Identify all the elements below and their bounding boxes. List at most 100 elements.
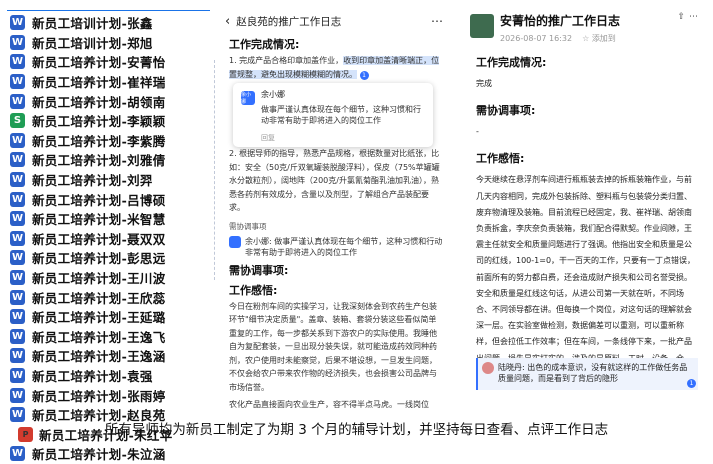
feel-text-1: 今日在粉剂车间的实操学习，让我深刻体会到农药生产包装环节"细节决定质量"。盖章、… — [229, 301, 437, 392]
log-title: 安菁怡的推广工作日志 — [500, 14, 621, 28]
spreadsheet-icon: S — [10, 113, 25, 129]
word-doc-icon: W — [10, 211, 25, 227]
log-title: 赵良苑的推广工作日志 — [236, 15, 342, 28]
file-name: 新员工培养计划-李紫腾 — [32, 133, 166, 149]
inline-comment-text: 余小娜: 做事严谨认真体现在每个细节，这种习惯和行动非常有助于即将进入的岗位工作 — [245, 236, 443, 257]
done-value: 完成 — [476, 79, 492, 88]
divider — [214, 60, 215, 280]
word-doc-icon: W — [10, 289, 25, 305]
word-doc-icon: W — [10, 191, 25, 207]
section-done: 工作完成情况: — [229, 38, 300, 51]
comment-badge[interactable]: 1 — [359, 70, 369, 80]
sub-coord-label: 需协调事项 — [229, 221, 267, 231]
file-name: 新员工培训计划-郑旭 — [32, 35, 153, 51]
file-name: 新员工培养计划-李颖颖 — [32, 114, 166, 130]
file-item[interactable]: W 新员工培养计划-吕博硕 — [10, 189, 210, 209]
log-panel-an: 安菁怡的推广工作日志 2026-08-07 16:32 ☆ 添加到 ⇧⋯ 工作完成… — [470, 12, 702, 392]
file-item[interactable]: W 新员工培养计划-王欣蕊 — [10, 287, 210, 307]
section-coord: 需协调事项: — [229, 263, 289, 277]
file-name: 新员工培养计划-刘羿 — [32, 173, 153, 189]
more-icon[interactable]: ⋯ — [431, 14, 443, 28]
section-feel: 工作感悟: — [229, 283, 278, 297]
cover-thumbnail — [470, 14, 494, 38]
file-item[interactable]: W 新员工培养计划-王逸涵 — [10, 346, 210, 366]
file-name: 新员工培养计划-聂双双 — [32, 231, 166, 247]
file-name: 新员工培养计划-王逸飞 — [32, 329, 166, 345]
file-item[interactable]: W 新员工培训计划-郑旭 — [10, 33, 210, 53]
file-item[interactable]: W 新员工培养计划-胡领南 — [10, 91, 210, 111]
add-to-button[interactable]: ☆ 添加到 — [582, 34, 616, 43]
word-doc-icon: W — [10, 34, 25, 50]
file-item[interactable]: W 新员工培养计划-安菁怡 — [10, 52, 210, 72]
file-name: 新员工培养计划-安菁怡 — [32, 55, 166, 71]
done-text-1: 1. 完成产品合格印章加盖作业，收到印章加盖清晰端正，位置规整，避免出现模糊模糊… — [229, 54, 443, 81]
word-doc-icon: W — [10, 74, 25, 90]
toolbar-icons[interactable]: ⇧⋯ — [677, 12, 702, 22]
file-name: 新员工培养计划-王欣蕊 — [32, 290, 166, 306]
add-to-label: 添加到 — [591, 34, 616, 43]
file-item[interactable]: W 新员工培训计划-张鑫 — [10, 13, 210, 33]
word-doc-icon: W — [10, 270, 25, 286]
file-item[interactable]: W 新员工培养计划-朱泣涵 — [10, 444, 210, 464]
section-done: 工作完成情况: — [476, 56, 547, 69]
file-item[interactable]: W 新员工培养计划-崔祥瑞 — [10, 72, 210, 92]
comment-popup[interactable]: 余小娜 余小娜 做事严谨认真体现在每个细节，这种习惯和行动非常有助于即将进入的岗… — [233, 83, 433, 147]
word-doc-icon: W — [10, 172, 25, 188]
file-item[interactable]: S 新员工培养计划-李颖颖 — [10, 111, 210, 131]
comment-text: 做事严谨认真体现在每个细节，这种习惯和行动非常有助于即将进入的岗位工作 — [261, 105, 421, 125]
file-list: W 新员工培训计划-张鑫 W 新员工培训计划-郑旭 W 新员工培养计划-安菁怡 W 新员工培养… — [10, 13, 210, 464]
avatar — [229, 235, 241, 248]
word-doc-icon: W — [10, 367, 25, 383]
word-doc-icon: W — [10, 446, 25, 462]
file-name: 新员工培养计划-胡领南 — [32, 94, 166, 110]
coord-value: - — [476, 127, 479, 137]
word-doc-icon: W — [10, 348, 25, 364]
more-icon[interactable]: ⋯ — [689, 12, 702, 22]
word-doc-icon: W — [10, 15, 25, 31]
log-header: ‹ 赵良苑的推广工作日志 ⋯ — [221, 10, 449, 32]
share-icon[interactable]: ⇧ — [677, 12, 689, 22]
file-item[interactable]: W 新员工培养计划-米智慧 — [10, 209, 210, 229]
comment-card[interactable]: 陆晓丹: 出色的成本意识，没有就这样的工作做任务品质量问题，而是看到了背后的隐形… — [476, 358, 698, 390]
file-name: 新员工培养计划-朱泣涵 — [32, 447, 166, 463]
file-item[interactable]: W 新员工培养计划-王川波 — [10, 268, 210, 288]
word-doc-icon: W — [10, 132, 25, 148]
file-item[interactable]: W 新员工培养计划-刘雅倩 — [10, 150, 210, 170]
file-item[interactable]: W 新员工培养计划-聂双双 — [10, 229, 210, 249]
section-coord: 需协调事项: — [476, 104, 536, 118]
file-item[interactable]: W 新员工培养计划-彭思远 — [10, 248, 210, 268]
word-doc-icon: W — [10, 230, 25, 246]
feel-text-2: 农化产品直接面向农业生产，容不得半点马虎。一线岗位上，严谨细致不只是工作要求，更… — [229, 400, 429, 408]
section-feel: 工作感悟: — [476, 152, 525, 166]
word-doc-icon: W — [10, 387, 25, 403]
file-item[interactable]: W 新员工培养计划-王延璐 — [10, 307, 210, 327]
file-name: 新员工培养计划-王延璐 — [32, 310, 166, 326]
file-item[interactable]: W 新员工培养计划-袁强 — [10, 366, 210, 386]
file-name: 新员工培训计划-张鑫 — [32, 16, 153, 32]
file-item[interactable]: W 新员工培养计划-刘羿 — [10, 170, 210, 190]
file-name: 新员工培养计划-袁强 — [32, 368, 153, 384]
file-name: 新员工培养计划-刘雅倩 — [32, 153, 166, 169]
word-doc-icon: W — [10, 250, 25, 266]
file-item[interactable]: W 新员工培养计划-李紫腾 — [10, 131, 210, 151]
log-date: 2026-08-07 16:32 — [500, 34, 573, 43]
file-item[interactable]: W 新员工培养计划-张雨婷 — [10, 385, 210, 405]
word-doc-icon: W — [10, 152, 25, 168]
comment-badge[interactable]: 1 — [687, 379, 696, 388]
comment-text: 陆晓丹: 出色的成本意识，没有就这样的工作做任务品质量问题，而是看到了背后的隐形 — [498, 363, 688, 383]
file-name: 新员工培养计划-崔祥瑞 — [32, 75, 166, 91]
selection-line — [7, 10, 210, 11]
caption: 所有导师均为新员工制定了为期 3 个月的辅导计划，并坚持每日查看、点评工作日志 — [104, 422, 609, 438]
log-panel-zhao: ‹ 赵良苑的推广工作日志 ⋯ 工作完成情况: 1. 完成产品合格印章加盖作业，收… — [221, 10, 449, 409]
avatar: 余小娜 — [241, 91, 255, 105]
feel-text: 今天继续在悬浮剂车间进行瓶瓶装去掉的拆瓶装箱作业，与前几天内容相同，完成外包装拆… — [476, 175, 696, 378]
word-doc-icon: W — [10, 328, 25, 344]
file-name: 新员工培养计划-张雨婷 — [32, 388, 166, 404]
file-name: 新员工培养计划-米智慧 — [32, 212, 166, 228]
word-doc-icon: W — [10, 309, 25, 325]
done-text-plain: 1. 完成产品合格印章加盖作业， — [229, 56, 344, 65]
inline-comment[interactable]: 余小娜: 做事严谨认真体现在每个细节，这种习惯和行动非常有助于即将进入的岗位工作 — [229, 235, 443, 258]
reply-button[interactable]: 回复 — [261, 130, 419, 146]
back-icon[interactable]: ‹ — [225, 14, 230, 29]
file-item[interactable]: W 新员工培养计划-王逸飞 — [10, 327, 210, 347]
